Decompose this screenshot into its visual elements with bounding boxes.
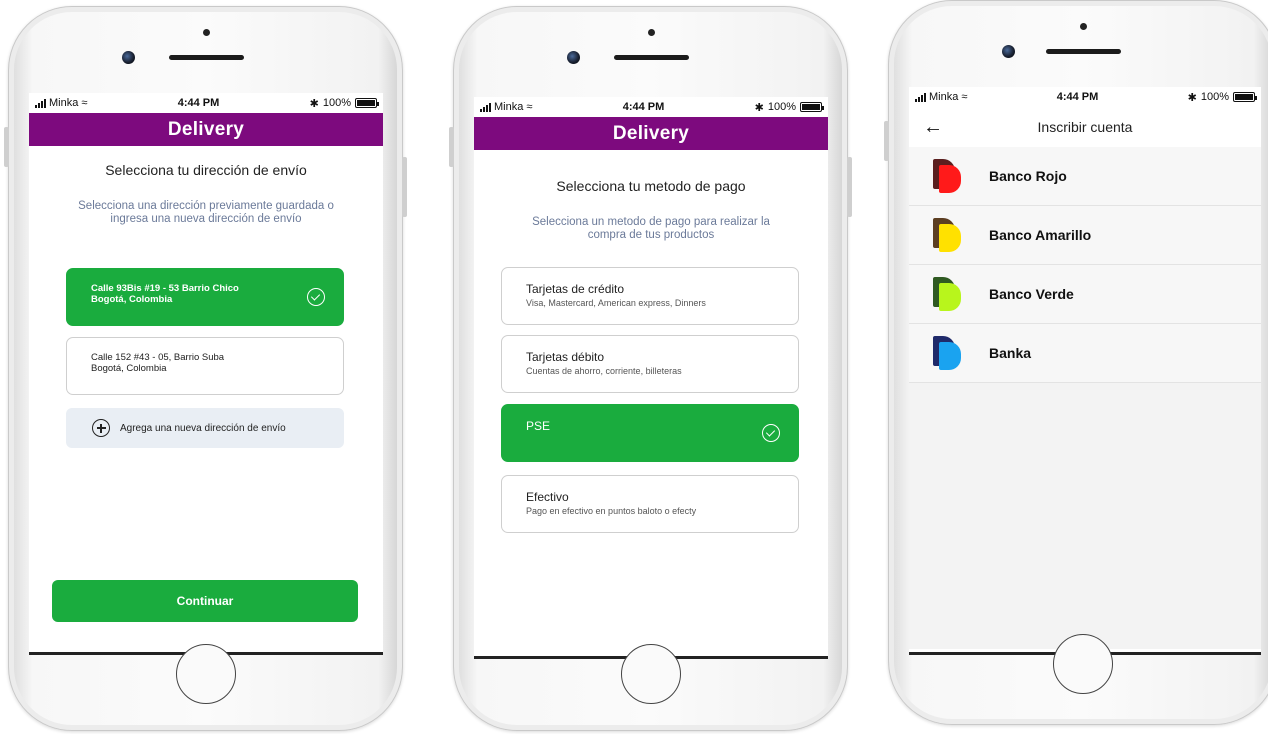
app-title: Delivery: [474, 117, 828, 150]
payment-option-title: Tarjetas débito: [526, 350, 605, 364]
carrier-label: Minka: [494, 101, 524, 113]
signal-icon: [35, 98, 46, 108]
bank-select-screen: Minka ≈ 4:44 PM ✱ 100% ← Inscribir cuenta …: [909, 87, 1261, 655]
proximity-sensor: [1080, 23, 1087, 30]
bank-item[interactable]: Banka: [909, 324, 1261, 383]
address-screen: Minka ≈ 4:44 PM ✱ 100% Delivery Selecciona…: [29, 93, 383, 655]
top-bar: ← Inscribir cuenta: [909, 107, 1261, 147]
bank-item[interactable]: Banco Amarillo: [909, 206, 1261, 265]
bank-logo-icon: [933, 277, 969, 311]
signal-icon: [915, 92, 926, 102]
payment-screen: Minka ≈ 4:44 PM ✱ 100% Delivery Selecciona…: [474, 97, 828, 659]
address-line2: Bogotá, Colombia: [91, 363, 167, 374]
speaker-grille: [168, 55, 244, 60]
power-button: [847, 157, 852, 217]
volume-button: [449, 127, 454, 167]
page-subtitle: Selecciona una dirección previamente gua…: [78, 200, 334, 225]
camera-icon: [567, 51, 580, 64]
bank-name: Banka: [989, 345, 1032, 361]
battery-icon: [799, 102, 824, 112]
status-bar: Minka ≈ 4:44 PM ✱ 100%: [909, 87, 1261, 107]
home-button[interactable]: [175, 644, 236, 704]
payment-option-credit[interactable]: Tarjetas de crédito Visa, Mastercard, Am…: [501, 267, 799, 325]
payment-option-title: Efectivo: [526, 490, 569, 504]
home-button[interactable]: [620, 644, 681, 704]
payment-option-pse[interactable]: PSE: [501, 404, 799, 462]
wifi-icon: ≈: [961, 91, 968, 103]
camera-icon: [1002, 45, 1015, 58]
address-line1: Calle 93Bis #19 - 53 Barrio Chico: [91, 283, 239, 294]
address-card[interactable]: Calle 152 #43 - 05, Barrio Suba Bogotá, …: [66, 337, 344, 395]
page-subtitle: Selecciona un metodo de pago para realiz…: [532, 216, 770, 241]
battery-icon: [354, 98, 379, 108]
signal-icon: [480, 102, 491, 112]
payment-option-desc: Visa, Mastercard, American express, Dinn…: [526, 298, 706, 308]
home-button[interactable]: [1053, 634, 1113, 694]
status-bar: Minka ≈ 4:44 PM ✱ 100%: [29, 93, 383, 113]
wifi-icon: ≈: [526, 101, 533, 113]
address-line1: Calle 152 #43 - 05, Barrio Suba: [91, 352, 225, 363]
phone-frame-banks: Minka ≈ 4:44 PM ✱ 100% ← Inscribir cuenta …: [884, 0, 1268, 725]
proximity-sensor: [647, 29, 655, 36]
carrier-label: Minka: [929, 91, 959, 103]
payment-option-title: PSE: [526, 419, 551, 433]
bluetooth-icon: ✱: [1187, 91, 1197, 104]
address-card-selected[interactable]: Calle 93Bis #19 - 53 Barrio Chico Bogotá…: [66, 268, 344, 326]
bluetooth-icon: ✱: [754, 101, 764, 114]
speaker-grille: [1046, 49, 1121, 54]
bank-item[interactable]: Banco Rojo: [909, 147, 1261, 206]
carrier-label: Minka: [49, 97, 79, 109]
page-heading: Selecciona tu dirección de envío: [105, 162, 307, 178]
bank-item[interactable]: Banco Verde: [909, 265, 1261, 324]
check-circle-icon: [762, 424, 780, 442]
address-line2: Bogotá, Colombia: [91, 294, 173, 305]
payment-option-title: Tarjetas de crédito: [526, 282, 625, 296]
page-heading: Selecciona tu metodo de pago: [556, 178, 746, 194]
speaker-grille: [613, 55, 689, 60]
bank-name: Banco Rojo: [989, 168, 1067, 184]
add-address-button[interactable]: Agrega una nueva dirección de envío: [66, 408, 344, 448]
wifi-icon: ≈: [81, 97, 88, 109]
payment-option-cash[interactable]: Efectivo Pago en efectivo en puntos balo…: [501, 475, 799, 533]
battery-percent: 100%: [767, 101, 796, 113]
battery-percent: 100%: [1200, 91, 1229, 103]
bank-logo-icon: [933, 336, 969, 370]
proximity-sensor: [202, 29, 210, 36]
continue-button[interactable]: Continuar: [52, 580, 358, 622]
bank-name: Banco Amarillo: [989, 227, 1092, 243]
battery-percent: 100%: [322, 97, 351, 109]
add-address-label: Agrega una nueva dirección de envío: [120, 422, 286, 434]
app-title: Delivery: [29, 113, 383, 146]
power-button: [402, 157, 407, 217]
status-time: 4:44 PM: [177, 97, 220, 109]
plus-circle-icon: [92, 419, 110, 437]
payment-option-debit[interactable]: Tarjetas débito Cuentas de ahorro, corri…: [501, 335, 799, 393]
bluetooth-icon: ✱: [309, 97, 319, 110]
volume-button: [884, 121, 889, 161]
phone-frame-address: Minka ≈ 4:44 PM ✱ 100% Delivery Selecciona…: [4, 6, 407, 731]
payment-option-desc: Cuentas de ahorro, corriente, billeteras: [526, 366, 682, 376]
camera-icon: [122, 51, 135, 64]
check-circle-icon: [307, 288, 325, 306]
payment-option-desc: Pago en efectivo en puntos baloto o efec…: [526, 506, 697, 516]
bank-logo-icon: [933, 159, 969, 193]
status-bar: Minka ≈ 4:44 PM ✱ 100%: [474, 97, 828, 117]
bank-name: Banco Verde: [989, 286, 1074, 302]
phone-frame-payment: Minka ≈ 4:44 PM ✱ 100% Delivery Selecciona…: [449, 6, 852, 731]
page-title: Inscribir cuenta: [1037, 119, 1133, 135]
bank-list: Banco Rojo Banco Amarillo Banco Verde Ba…: [909, 147, 1261, 649]
bank-logo-icon: [933, 218, 969, 252]
status-time: 4:44 PM: [1056, 91, 1099, 103]
volume-button: [4, 127, 9, 167]
status-time: 4:44 PM: [622, 101, 665, 113]
battery-icon: [1232, 92, 1257, 102]
